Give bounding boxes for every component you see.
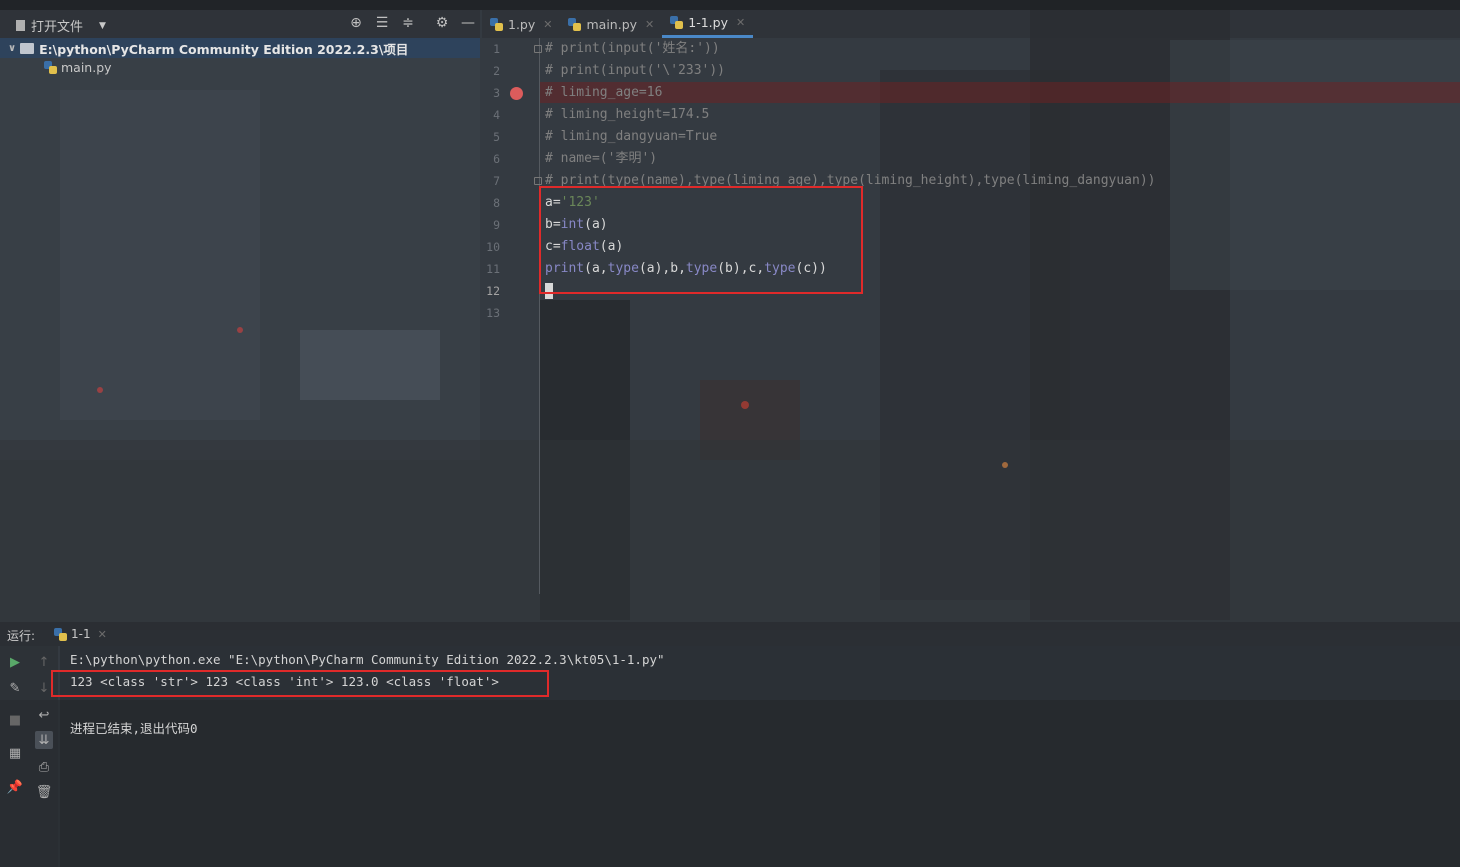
- console-exit-message: 进程已结束,退出代码0: [70, 721, 198, 736]
- project-toolbar-title: 打开文件: [31, 20, 84, 35]
- breakpoint-icon[interactable]: [510, 87, 523, 100]
- tab-label: 1-1.py: [688, 15, 728, 30]
- line-number-current: 12: [486, 284, 500, 298]
- editor-tabs: 1.py ✕ main.py ✕ 1-1.py ✕: [482, 10, 1460, 38]
- print-icon[interactable]: ⎙: [35, 758, 53, 776]
- gear-icon[interactable]: ⚙: [434, 15, 450, 31]
- code-line[interactable]: # name=('李明'): [545, 148, 657, 170]
- tab-main-py[interactable]: main.py ✕: [560, 10, 662, 38]
- code-line[interactable]: # liming_age=16: [545, 82, 662, 104]
- line-number: 7: [493, 174, 500, 188]
- wrench-icon[interactable]: ✎: [6, 679, 24, 697]
- run-tab-label: 1-1: [71, 627, 91, 641]
- tab-1-py[interactable]: 1.py ✕: [482, 10, 560, 38]
- locate-icon[interactable]: ⊕: [348, 15, 364, 31]
- close-icon[interactable]: ✕: [736, 16, 745, 29]
- dropdown-icon[interactable]: ▼: [99, 21, 106, 31]
- stop-icon[interactable]: ■: [6, 711, 24, 729]
- open-file-dropdown[interactable]: 打开文件 ▼: [16, 16, 106, 35]
- up-arrow-icon[interactable]: ↑: [35, 653, 53, 671]
- code-line[interactable]: # print(input('姓名:')): [545, 38, 720, 60]
- code-line[interactable]: # liming_height=174.5: [545, 104, 709, 126]
- code-line[interactable]: # liming_dangyuan=True: [545, 126, 717, 148]
- line-number: 2: [493, 64, 500, 78]
- run-tab-1-1[interactable]: 1-1 ✕: [54, 627, 107, 641]
- trash-icon[interactable]: 🗑: [35, 783, 53, 801]
- line-number: 9: [493, 218, 500, 232]
- line-number: 10: [486, 240, 500, 254]
- close-icon[interactable]: ✕: [543, 18, 552, 31]
- python-file-icon: [44, 61, 57, 74]
- output-highlight-box: [51, 670, 549, 697]
- file-main-py[interactable]: main.py: [44, 60, 112, 75]
- tab-label: main.py: [586, 16, 638, 32]
- expand-all-icon[interactable]: ☰: [374, 15, 390, 31]
- python-file-icon: [490, 17, 503, 31]
- python-file-icon: [54, 627, 67, 641]
- tab-1-1-py[interactable]: 1-1.py ✕: [662, 10, 754, 38]
- line-number: 11: [486, 262, 500, 276]
- chevron-down-icon[interactable]: ∨: [8, 43, 16, 54]
- breakpoint-line-highlight: [540, 82, 1460, 103]
- python-file-icon: [568, 17, 582, 31]
- fold-icon[interactable]: [534, 177, 542, 185]
- gutter-divider: [539, 38, 540, 594]
- line-number: 1: [493, 42, 500, 56]
- folder-icon: [20, 42, 35, 54]
- line-number: 13: [486, 306, 500, 320]
- tab-label: 1.py: [508, 16, 536, 32]
- console-command: E:\python\python.exe "E:\python\PyCharm …: [70, 652, 665, 667]
- close-icon[interactable]: ✕: [645, 18, 654, 31]
- close-icon[interactable]: ✕: [98, 628, 107, 641]
- panel-icon: [16, 20, 25, 31]
- project-tools: ⊕ ☰ ≑ ⚙ —: [348, 15, 476, 31]
- code-line[interactable]: # print(input('\'233')): [545, 60, 725, 82]
- project-root-node[interactable]: ∨ E:\python\PyCharm Community Edition 20…: [0, 38, 480, 58]
- fold-icon[interactable]: [534, 45, 542, 53]
- line-number: 5: [493, 130, 500, 144]
- line-number: 4: [493, 108, 500, 122]
- file-label: main.py: [61, 60, 112, 75]
- line-number: 6: [493, 152, 500, 166]
- collapse-all-icon[interactable]: ≑: [400, 15, 416, 31]
- project-root-path: E:\python\PyCharm Community Edition 2022…: [39, 41, 409, 57]
- python-file-icon: [670, 16, 684, 29]
- run-label: 运行:: [7, 629, 36, 643]
- code-highlight-box: [539, 186, 863, 294]
- menu-strip: [0, 0, 1460, 10]
- scroll-end-icon[interactable]: ⇊: [35, 731, 53, 749]
- minimize-icon[interactable]: —: [460, 15, 476, 31]
- pin-icon[interactable]: 📌: [6, 778, 24, 796]
- line-number: 8: [493, 196, 500, 210]
- line-number: 3: [493, 86, 500, 100]
- layout-icon[interactable]: ▦: [6, 744, 24, 762]
- run-panel-header: 运行: 1-1 ✕: [0, 622, 1460, 646]
- soft-wrap-icon[interactable]: ↩: [35, 706, 53, 724]
- run-icon[interactable]: ▶: [6, 653, 24, 671]
